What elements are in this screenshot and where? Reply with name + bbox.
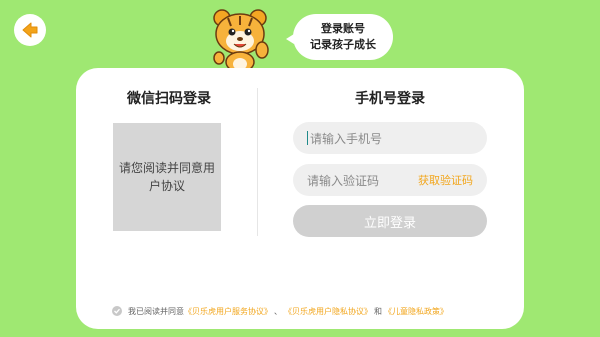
back-button[interactable] bbox=[14, 14, 46, 46]
agreement-prefix: 我已阅读并同意 bbox=[128, 306, 184, 316]
agreement-separator: 、 bbox=[274, 306, 282, 316]
check-circle-icon[interactable] bbox=[112, 306, 122, 316]
service-agreement-link[interactable]: 《贝乐虎用户服务协议》 bbox=[184, 306, 272, 317]
code-input-placeholder: 请输入验证码 bbox=[307, 173, 380, 188]
login-card: 微信扫码登录 请您阅读并同意用户协议 手机号登录 请输入手机号 请输入验证码 获… bbox=[76, 68, 524, 329]
tiger-mascot-icon bbox=[213, 9, 269, 72]
phone-login-title: 手机号登录 bbox=[355, 91, 425, 107]
child-privacy-policy-link[interactable]: 《儿童隐私政策》 bbox=[384, 306, 448, 317]
qr-placeholder-text: 请您阅读并同意用户协议 bbox=[119, 161, 216, 193]
back-arrow-icon bbox=[22, 22, 38, 38]
login-button[interactable]: 立即登录 bbox=[293, 205, 487, 237]
text-caret bbox=[307, 131, 308, 145]
qr-code-placeholder: 请您阅读并同意用户协议 bbox=[113, 123, 221, 231]
phone-input-placeholder: 请输入手机号 bbox=[310, 131, 383, 146]
bubble-line-1: 登录账号 bbox=[321, 22, 365, 35]
agreement-row: 我已阅读并同意 《贝乐虎用户服务协议》 、 《贝乐虎用户隐私协议》 和 《儿童隐… bbox=[112, 304, 448, 318]
wechat-login-title: 微信扫码登录 bbox=[127, 91, 211, 107]
privacy-agreement-link[interactable]: 《贝乐虎用户隐私协议》 bbox=[284, 306, 372, 317]
bubble-line-2: 记录孩子成长 bbox=[310, 38, 376, 51]
phone-input[interactable]: 请输入手机号 bbox=[293, 122, 487, 154]
get-code-button[interactable]: 获取验证码 bbox=[418, 172, 473, 188]
speech-bubble: 登录账号 记录孩子成长 bbox=[286, 14, 393, 60]
speech-bubble-tail bbox=[286, 34, 294, 44]
verification-code-input[interactable]: 请输入验证码 获取验证码 bbox=[293, 164, 487, 196]
column-divider bbox=[257, 88, 258, 236]
agreement-conjunction: 和 bbox=[374, 306, 382, 316]
